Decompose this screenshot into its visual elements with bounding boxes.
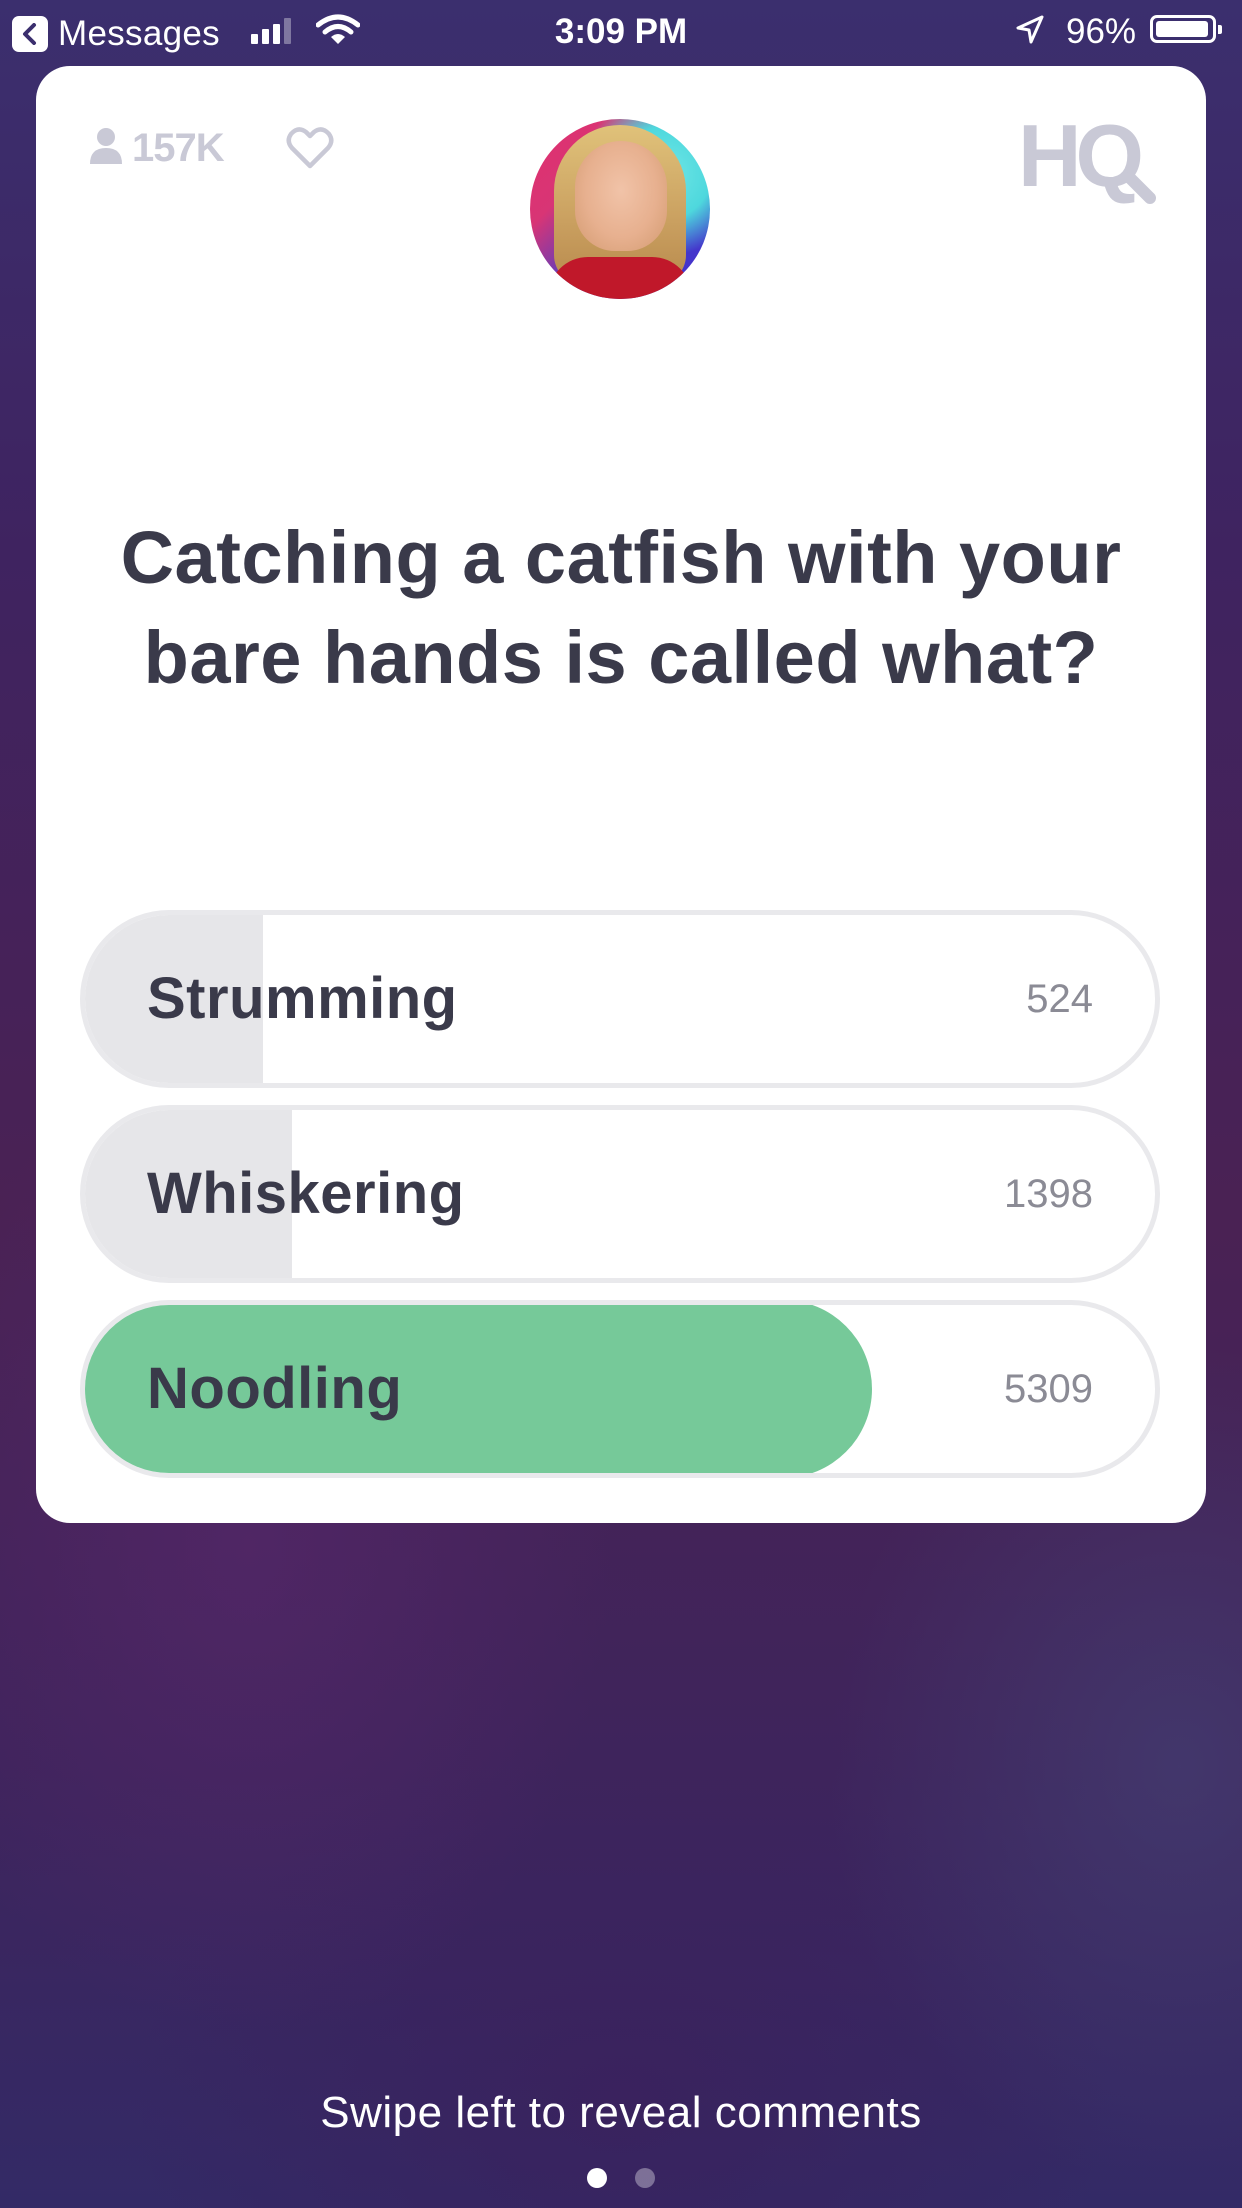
host-avatar <box>530 119 710 299</box>
answer-label: Noodling <box>147 1356 403 1421</box>
hq-logo: HQ <box>1018 106 1158 211</box>
answer-vote-count: 524 <box>1026 977 1093 1021</box>
heart-icon[interactable] <box>286 126 334 175</box>
answer-vote-count: 1398 <box>1004 1172 1093 1216</box>
hq-logo-text: HQ <box>1018 116 1141 205</box>
answer-option-1[interactable]: Strumming 524 <box>80 910 1160 1088</box>
swipe-hint: Swipe left to reveal comments <box>320 2088 922 2137</box>
answer-option-2[interactable]: Whiskering 1398 <box>80 1105 1160 1283</box>
status-bar: Messages 3:09 PM 96% <box>0 0 1242 62</box>
answer-label: Strumming <box>147 966 458 1031</box>
viewer-count-value: 157K <box>132 126 225 170</box>
battery-percentage: 96% <box>1066 12 1137 51</box>
question-card: 157K HQ Catching a catfish with your bar… <box>36 66 1206 1523</box>
battery-level-fill <box>1156 21 1208 37</box>
page-dot[interactable] <box>587 2168 607 2188</box>
page-dot[interactable] <box>635 2168 655 2188</box>
answer-option-3-correct[interactable]: Noodling 5309 <box>80 1300 1160 1478</box>
person-icon <box>88 126 124 171</box>
battery-icon <box>1150 15 1222 43</box>
page-indicator[interactable] <box>0 2168 1242 2188</box>
question-text: Catching a catfish with your bare hands … <box>120 516 1122 699</box>
location-arrow-icon <box>1015 14 1045 51</box>
answer-label: Whiskering <box>147 1161 465 1226</box>
viewer-count: 157K <box>88 126 225 171</box>
answer-vote-count: 5309 <box>1004 1367 1093 1411</box>
status-time: 3:09 PM <box>554 12 688 51</box>
